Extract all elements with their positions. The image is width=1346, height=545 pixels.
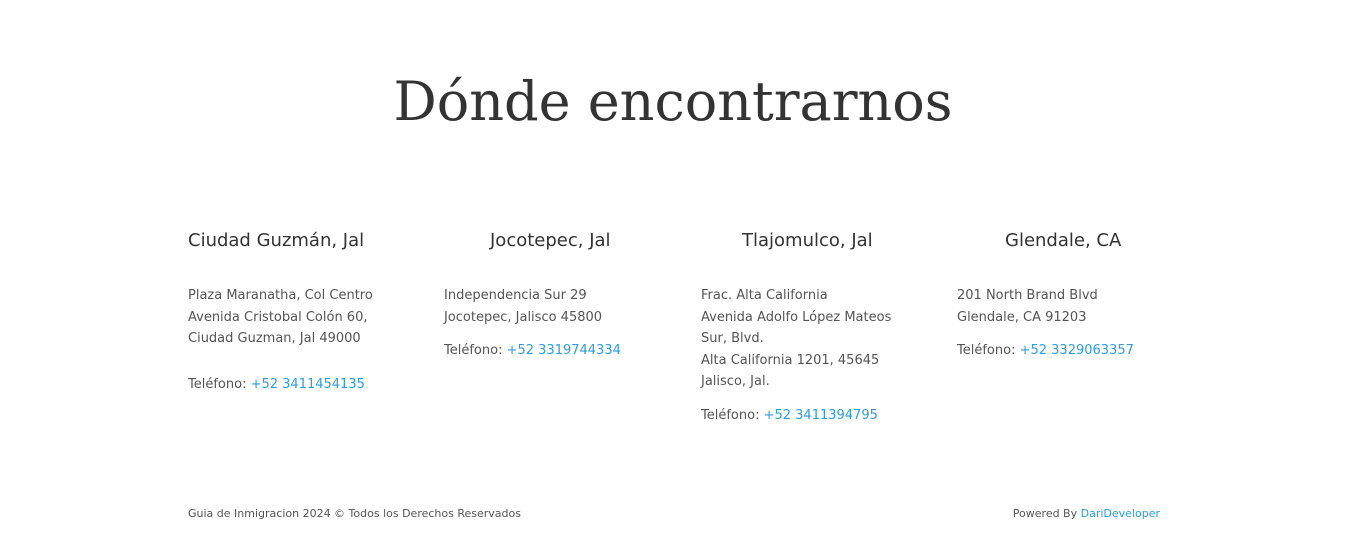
footer: Guia de Inmigracion 2024 © Todos los Der… xyxy=(188,505,1160,523)
location-address: Independencia Sur 29 Jocotepec, Jalisco … xyxy=(444,285,669,328)
location-name: Glendale, CA xyxy=(1005,230,1122,251)
phone-link[interactable]: +52 3319744334 xyxy=(507,343,621,358)
address-line: Avenida Adolfo López Mateos Sur, Blvd. xyxy=(701,309,892,347)
phone-link[interactable]: +52 3411454135 xyxy=(251,377,365,392)
location-ciudad-guzman: Ciudad Guzmán, Jal Plaza Maranatha, Col … xyxy=(188,228,428,392)
location-address: Plaza Maranatha, Col Centro Avenida Cris… xyxy=(188,285,413,350)
address-line: Ciudad Guzman, Jal 49000 xyxy=(188,331,361,346)
location-phone: Teléfono: +52 3319744334 xyxy=(444,340,621,362)
address-line: Frac. Alta California xyxy=(701,288,828,303)
location-name: Ciudad Guzmán, Jal xyxy=(188,230,365,251)
address-line: Avenida Cristobal Colón 60, xyxy=(188,309,368,325)
page-title: Dónde encontrarnos xyxy=(393,70,953,133)
address-line: Alta California 1201, 45645 Jalisco, Jal… xyxy=(701,352,880,390)
location-phone: Teléfono: +52 3329063357 xyxy=(957,340,1134,362)
powered-by-label: Powered By xyxy=(1012,507,1078,520)
location-address: 201 North Brand Blvd Glendale, CA 91203 xyxy=(957,285,1182,328)
powered-by: Powered By DariDeveloper xyxy=(1013,505,1160,523)
location-phone: Teléfono: +52 3411394795 xyxy=(701,405,878,427)
location-name: Jocotepec, Jal xyxy=(490,230,611,251)
address-line: Plaza Maranatha, Col Centro xyxy=(188,288,373,303)
address-line: 201 North Brand Blvd xyxy=(957,288,1098,303)
location-address: Frac. Alta California Avenida Adolfo Lóp… xyxy=(701,285,911,393)
location-phone: Teléfono: +52 3411454135 xyxy=(188,374,365,396)
phone-label: Teléfono: xyxy=(957,343,1016,358)
location-glendale: Glendale, CA 201 North Brand Blvd Glenda… xyxy=(957,228,1197,358)
address-line: Jocotepec, Jalisco 45800 xyxy=(444,309,603,325)
phone-label: Teléfono: xyxy=(444,343,503,358)
developer-link[interactable]: DariDeveloper xyxy=(1081,507,1160,520)
copyright-text: Guia de Inmigracion 2024 © Todos los Der… xyxy=(188,507,521,520)
phone-label: Teléfono: xyxy=(701,408,760,423)
phone-link[interactable]: +52 3411394795 xyxy=(764,408,878,423)
address-line: Glendale, CA 91203 xyxy=(957,309,1087,325)
phone-link[interactable]: +52 3329063357 xyxy=(1020,343,1134,358)
location-jocotepec: Jocotepec, Jal Independencia Sur 29 Joco… xyxy=(444,228,684,358)
address-line: Independencia Sur 29 xyxy=(444,288,587,303)
location-name: Tlajomulco, Jal xyxy=(742,230,873,251)
phone-label: Teléfono: xyxy=(188,377,247,392)
location-tlajomulco: Tlajomulco, Jal Frac. Alta California Av… xyxy=(701,228,941,423)
